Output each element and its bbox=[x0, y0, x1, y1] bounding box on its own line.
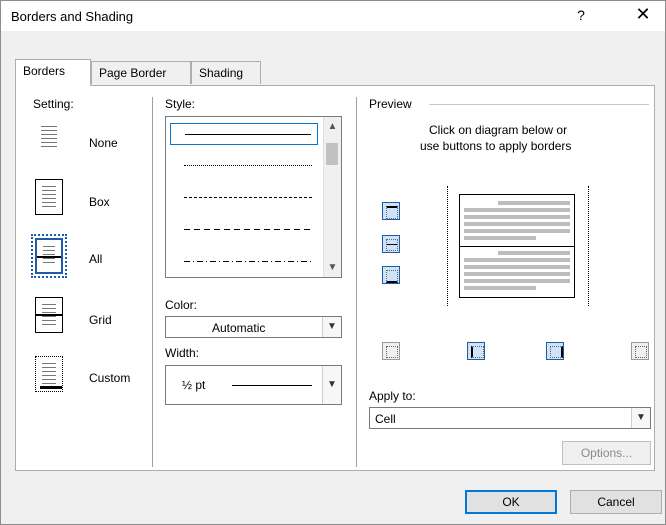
setting-none-label: None bbox=[89, 136, 118, 150]
preview-hint-1: Click on diagram below or bbox=[429, 123, 568, 137]
left-border-icon bbox=[471, 346, 484, 358]
style-item-dash-dot[interactable] bbox=[170, 251, 318, 273]
diagonal-down-icon bbox=[635, 346, 647, 358]
width-label: Width: bbox=[165, 346, 200, 360]
title-bar: Borders and Shading ? ✕ bbox=[1, 1, 665, 31]
close-button[interactable]: ✕ bbox=[633, 4, 653, 25]
style-scrollbar[interactable]: ▲ ▼ bbox=[323, 117, 341, 277]
bottom-border-button[interactable] bbox=[382, 266, 400, 284]
style-item-dashed[interactable] bbox=[170, 187, 318, 209]
style-list[interactable]: ▲ ▼ bbox=[165, 116, 342, 278]
width-value: ½ pt bbox=[182, 378, 206, 392]
bottom-border-icon bbox=[386, 270, 398, 283]
color-label: Color: bbox=[165, 298, 198, 312]
setting-box-label: Box bbox=[89, 195, 110, 209]
apply-to-value: Cell bbox=[375, 412, 396, 426]
tab-page-border[interactable]: Page Border bbox=[91, 61, 191, 84]
setting-custom-icon bbox=[35, 356, 63, 392]
width-dropdown[interactable]: ½ pt ▼ bbox=[165, 365, 342, 405]
setting-custom-label: Custom bbox=[89, 371, 131, 385]
top-border-button[interactable] bbox=[382, 202, 400, 220]
setting-grid-label: Grid bbox=[89, 313, 112, 327]
inside-vertical-border-button[interactable] bbox=[467, 342, 485, 360]
scroll-up-icon[interactable]: ▲ bbox=[324, 121, 341, 132]
diagonal-up-border-button[interactable] bbox=[382, 342, 400, 360]
width-sample-line bbox=[232, 385, 312, 386]
style-item-solid[interactable] bbox=[170, 123, 318, 145]
borders-and-shading-dialog: Borders and Shading ? ✕ Borders Page Bor… bbox=[0, 0, 666, 525]
color-dropdown[interactable]: Automatic ▼ bbox=[165, 316, 342, 338]
setting-box-icon bbox=[35, 179, 63, 215]
options-button[interactable]: Options... bbox=[562, 441, 651, 465]
setting-divider bbox=[152, 97, 153, 467]
setting-all-label: All bbox=[89, 252, 103, 266]
ok-button[interactable]: OK bbox=[465, 490, 557, 514]
tab-shading-label: Shading bbox=[199, 66, 244, 80]
chevron-down-icon: ▼ bbox=[322, 317, 341, 337]
right-border-icon bbox=[550, 346, 563, 358]
chevron-down-icon: ▼ bbox=[631, 408, 650, 428]
diagonal-down-border-button[interactable] bbox=[631, 342, 649, 360]
tab-shading[interactable]: Shading bbox=[191, 61, 261, 84]
tab-page-border-label: Page Border bbox=[99, 66, 167, 80]
style-label: Style: bbox=[165, 97, 196, 111]
preview-rule bbox=[429, 104, 649, 105]
dialog-title: Borders and Shading bbox=[11, 9, 134, 24]
help-button[interactable]: ? bbox=[571, 7, 591, 23]
inside-horizontal-border-button[interactable] bbox=[382, 235, 400, 253]
setting-label: Setting: bbox=[33, 97, 74, 111]
inside-horizontal-border-icon bbox=[386, 239, 398, 251]
top-border-icon bbox=[386, 206, 398, 219]
color-value: Automatic bbox=[212, 321, 266, 335]
style-item-dotted[interactable] bbox=[170, 155, 318, 177]
preview-label: Preview bbox=[369, 97, 412, 111]
diagonal-up-icon bbox=[386, 346, 398, 358]
chevron-down-icon: ▼ bbox=[322, 366, 341, 404]
tab-borders-label: Borders bbox=[23, 64, 66, 78]
setting-none-icon bbox=[35, 120, 63, 156]
right-border-button[interactable] bbox=[546, 342, 564, 360]
apply-to-label: Apply to: bbox=[369, 389, 416, 403]
apply-to-dropdown[interactable]: Cell ▼ bbox=[369, 407, 651, 429]
style-divider bbox=[356, 97, 357, 467]
preview-guides bbox=[447, 186, 589, 306]
scroll-down-icon[interactable]: ▼ bbox=[324, 262, 341, 273]
cancel-button[interactable]: Cancel bbox=[570, 490, 662, 514]
tab-borders[interactable]: Borders bbox=[15, 59, 91, 86]
style-item-dashed-wide[interactable] bbox=[170, 219, 318, 241]
setting-all-icon bbox=[31, 234, 67, 278]
preview-hint-2: use buttons to apply borders bbox=[420, 139, 572, 153]
setting-grid-icon bbox=[35, 297, 63, 333]
scroll-thumb[interactable] bbox=[326, 143, 338, 165]
